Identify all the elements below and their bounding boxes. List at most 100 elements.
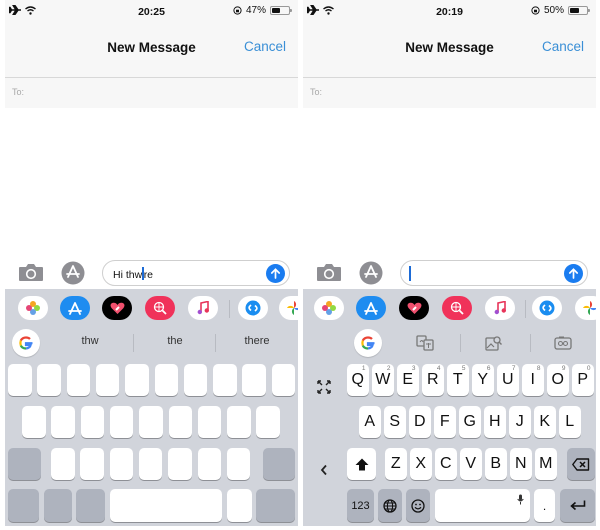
key-w[interactable]: W2 (372, 364, 394, 396)
blank-key[interactable] (168, 448, 192, 480)
key-u[interactable]: U7 (497, 364, 519, 396)
key-y[interactable]: Y6 (472, 364, 494, 396)
expand-keyboard-icon[interactable] (317, 380, 331, 394)
shift-key[interactable] (347, 448, 376, 480)
translate-icon[interactable] (416, 335, 434, 351)
blank-key[interactable] (51, 406, 75, 438)
blank-key[interactable] (80, 448, 104, 480)
send-button[interactable] (564, 264, 583, 283)
key-d[interactable]: D (409, 406, 431, 438)
blank-key[interactable] (95, 364, 120, 396)
message-input[interactable]: Hi thw re (102, 260, 290, 286)
key-k[interactable]: K (534, 406, 556, 438)
app-store-icon[interactable] (358, 261, 384, 285)
delete-key[interactable] (263, 448, 295, 480)
globe-key[interactable] (378, 489, 402, 522)
blank-key[interactable] (51, 448, 75, 480)
key-b[interactable]: B (485, 448, 507, 480)
key-a[interactable]: A (359, 406, 381, 438)
app-music[interactable] (188, 296, 218, 320)
app-store[interactable] (356, 296, 386, 320)
blank-key[interactable] (138, 448, 163, 480)
send-button[interactable] (266, 264, 285, 283)
key-r[interactable]: R4 (422, 364, 444, 396)
key-f[interactable]: F (434, 406, 456, 438)
return-key[interactable] (560, 489, 595, 522)
key-o[interactable]: O9 (547, 364, 569, 396)
image-search-icon[interactable] (485, 335, 503, 351)
blank-key[interactable] (197, 406, 222, 438)
camera-icon[interactable] (18, 263, 44, 282)
key-s[interactable]: S (384, 406, 406, 438)
space-key[interactable] (110, 489, 222, 522)
chevron-left-icon[interactable] (320, 464, 328, 476)
emoji-key[interactable] (406, 489, 430, 522)
key-g[interactable]: G (459, 406, 481, 438)
app-photos[interactable] (314, 296, 344, 320)
google-button[interactable] (12, 329, 40, 357)
numbers-key[interactable]: 123 (347, 489, 374, 522)
app-web-images[interactable] (442, 296, 472, 320)
return-key[interactable] (256, 489, 295, 522)
key-z[interactable]: Z (385, 448, 407, 480)
google-button[interactable] (354, 329, 382, 357)
cancel-button[interactable]: Cancel (244, 39, 286, 54)
blank-key[interactable] (22, 406, 46, 438)
key-j[interactable]: J (509, 406, 531, 438)
key-e[interactable]: E3 (397, 364, 419, 396)
blank-key[interactable] (37, 364, 61, 396)
app-digital-touch[interactable] (399, 296, 429, 320)
app-store[interactable] (60, 296, 90, 320)
blank-key[interactable] (242, 364, 266, 396)
cancel-button[interactable]: Cancel (542, 39, 584, 54)
blank-key[interactable] (227, 406, 251, 438)
blank-key[interactable] (66, 364, 91, 396)
key-m[interactable]: M (535, 448, 557, 480)
app-google-photos[interactable] (279, 296, 298, 320)
emoji-key[interactable] (76, 489, 105, 522)
suggestion-item[interactable]: there (222, 335, 292, 347)
space-key[interactable] (435, 489, 530, 522)
camera-icon[interactable] (316, 263, 342, 282)
app-shazam[interactable] (532, 296, 562, 320)
numbers-key[interactable] (8, 489, 39, 522)
blank-key[interactable] (197, 448, 221, 480)
suggestion-item[interactable]: thw (55, 335, 125, 347)
key-c[interactable]: C (435, 448, 457, 480)
key-v[interactable]: V (460, 448, 482, 480)
key-x[interactable]: X (410, 448, 432, 480)
globe-key[interactable] (44, 489, 72, 522)
key-h[interactable]: H (484, 406, 506, 438)
blank-key[interactable] (183, 364, 208, 396)
app-digital-touch[interactable] (102, 296, 132, 320)
blank-key[interactable] (271, 364, 296, 396)
period-key[interactable]: . (534, 489, 555, 522)
key-q[interactable]: Q1 (347, 364, 369, 396)
app-google-photos[interactable] (575, 296, 596, 320)
suggestion-item[interactable]: the (140, 335, 210, 347)
app-web-images[interactable] (145, 296, 175, 320)
blank-key[interactable] (213, 364, 237, 396)
blank-key[interactable] (256, 406, 280, 438)
blank-key[interactable] (109, 406, 134, 438)
blank-key[interactable] (154, 364, 178, 396)
blank-key[interactable] (125, 364, 149, 396)
message-input[interactable] (400, 260, 588, 286)
to-field[interactable]: To: (303, 78, 596, 108)
key-n[interactable]: N (510, 448, 532, 480)
gif-icon[interactable] (554, 335, 572, 351)
blank-key[interactable] (8, 364, 32, 396)
app-photos[interactable] (18, 296, 48, 320)
app-shazam[interactable] (238, 296, 268, 320)
key-t[interactable]: T5 (447, 364, 469, 396)
blank-key[interactable] (168, 406, 192, 438)
shift-key[interactable] (8, 448, 41, 480)
blank-key[interactable] (139, 406, 163, 438)
key-i[interactable]: I8 (522, 364, 544, 396)
blank-key[interactable] (226, 448, 251, 480)
key-l[interactable]: L (559, 406, 581, 438)
key-p[interactable]: P0 (572, 364, 594, 396)
period-key[interactable] (227, 489, 252, 522)
app-music[interactable] (485, 296, 515, 320)
app-store-icon[interactable] (60, 261, 86, 285)
